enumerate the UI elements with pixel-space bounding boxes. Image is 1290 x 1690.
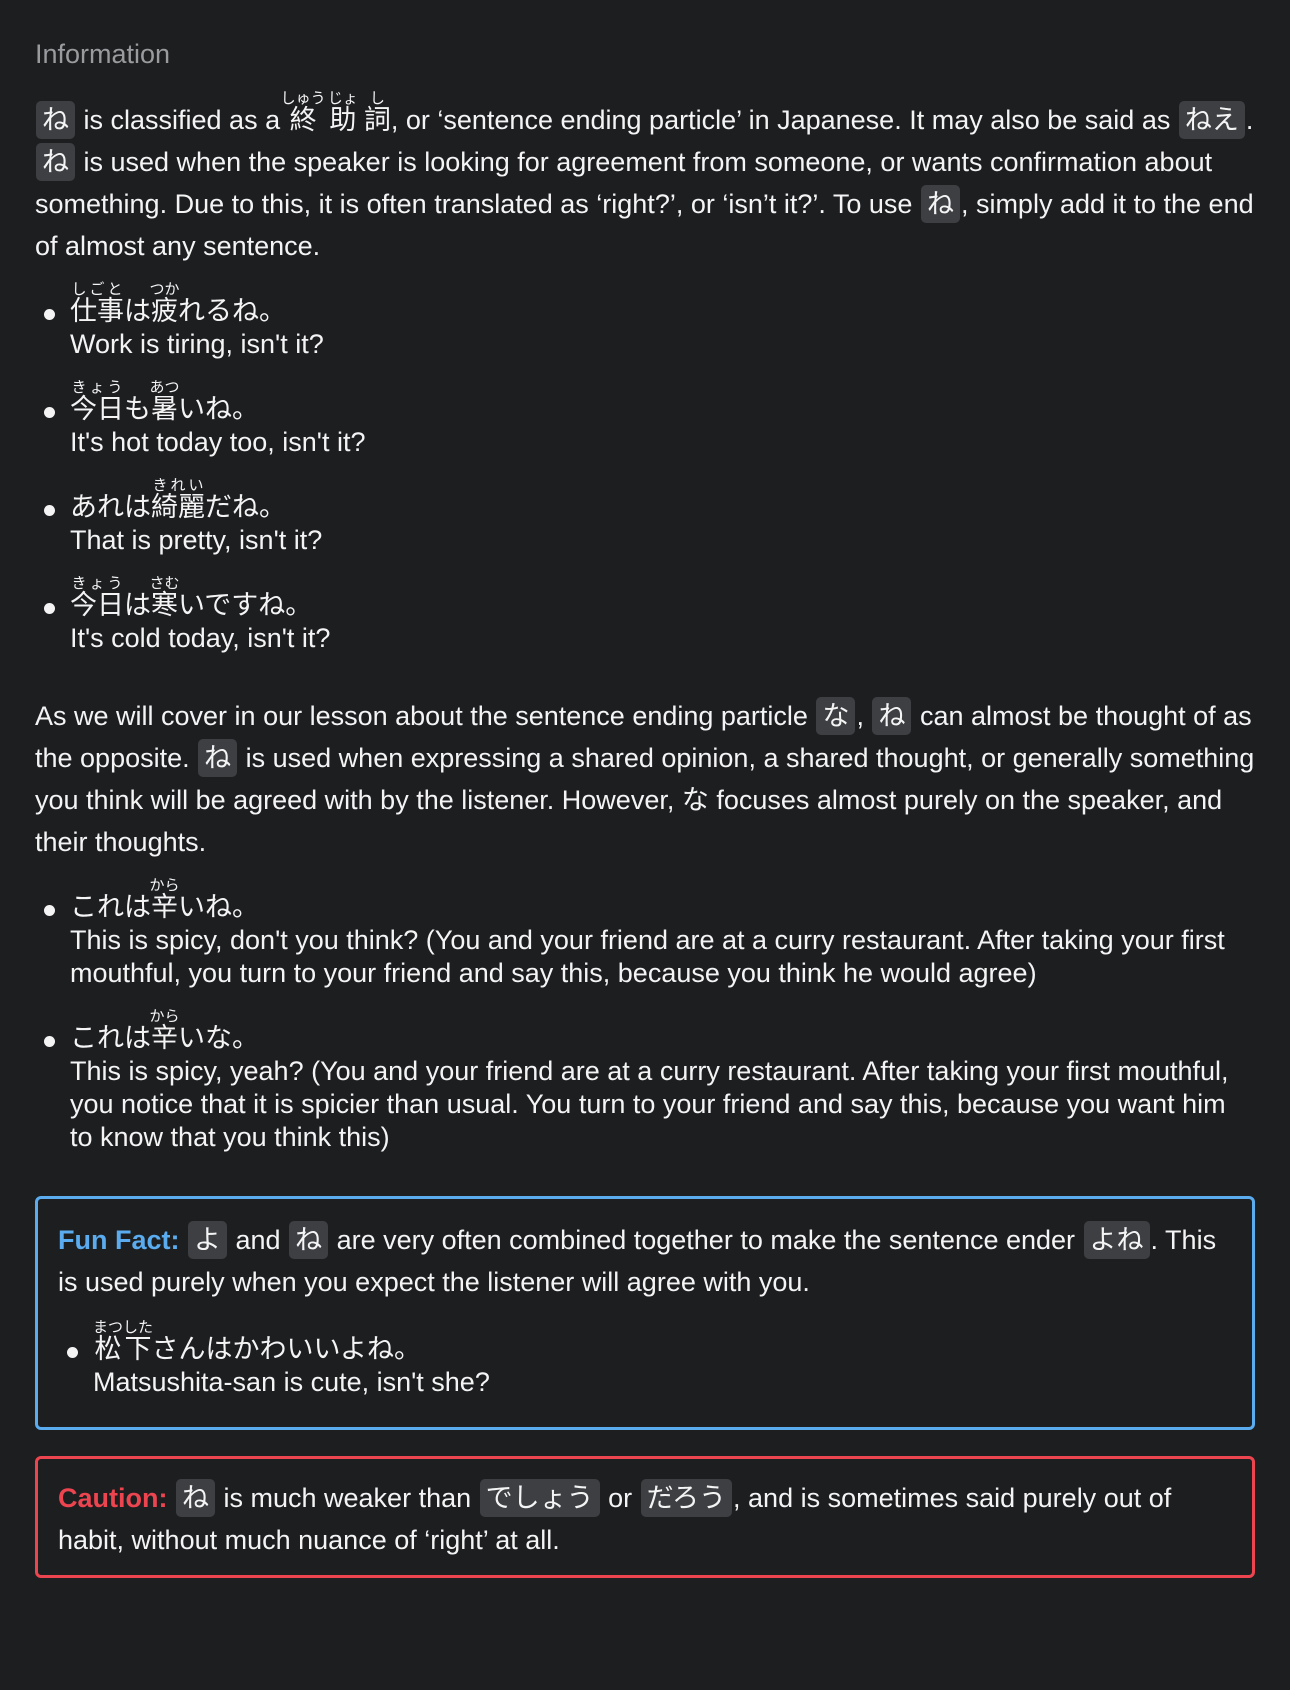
furigana: まつ: [93, 1319, 124, 1336]
japanese-sentence: 今日きょうは寒さむいですね。: [70, 575, 313, 621]
furigana-word: 綺麗きれい: [151, 477, 205, 523]
furigana-word: 松まつ: [93, 1319, 124, 1365]
furigana: した: [123, 1319, 154, 1336]
furigana: きれい: [151, 477, 205, 494]
furigana-word: 寒さむ: [149, 575, 180, 621]
furigana-word: 助じょ: [327, 91, 358, 136]
lesson-content: Information ね is classified as a 終しゅう 助じ…: [0, 0, 1290, 1578]
english-translation: It's hot today too, isn't it?: [70, 427, 366, 457]
english-translation: It's cold today, isn't it?: [70, 623, 331, 653]
english-translation: Matsushita-san is cute, isn't she?: [93, 1367, 490, 1397]
particle-chip-ne: ね: [872, 697, 912, 735]
fun-fact-label: Fun Fact:: [58, 1225, 180, 1255]
intro-text: is classified as a: [76, 105, 288, 135]
fun-fact-body: and: [228, 1225, 289, 1255]
caution-callout: Caution: ね is much weaker than でしょう or だ…: [35, 1456, 1255, 1578]
furigana: から: [149, 1008, 180, 1025]
example-list: これは辛からいね。 This is spicy, don't you think?…: [35, 877, 1255, 1154]
example-item: あれは綺麗きれいだね。 That is pretty, isn't it?: [44, 477, 1255, 557]
furigana: しごと: [70, 281, 124, 298]
furigana-word: 仕事しごと: [70, 281, 124, 327]
furigana-word: 詞し: [363, 91, 391, 136]
intro-text: , or ‘sentence ending particle’ in Japan…: [390, 105, 1178, 135]
example-item: 仕事しごとは疲つかれるね。 Work is tiring, isn't it?: [44, 281, 1255, 361]
furigana-word: 下した: [123, 1319, 154, 1365]
particle-chip-deshou: でしょう: [479, 1479, 600, 1517]
japanese-sentence: あれは綺麗きれいだね。: [70, 477, 286, 523]
furigana: しゅう: [280, 90, 326, 107]
furigana-word: 辛から: [149, 877, 180, 923]
furigana: きょう: [70, 575, 124, 592]
furigana-word: 暑あつ: [149, 379, 180, 425]
particle-chip-yo: よ: [188, 1221, 228, 1259]
english-translation: That is pretty, isn't it?: [70, 525, 323, 555]
kanji: 終: [280, 105, 326, 135]
example-item: これは辛からいね。 This is spicy, don't you think?…: [44, 877, 1255, 990]
particle-chip-ne: ね: [920, 185, 960, 223]
japanese-sentence: 仕事しごとは疲つかれるね。: [70, 281, 286, 327]
kanji: 助: [327, 105, 358, 135]
comparison-text: As we will cover in our lesson about the…: [35, 701, 816, 731]
example-item: 今日きょうは寒さむいですね。 It's cold today, isn't it?: [44, 575, 1255, 655]
english-translation: This is spicy, don't you think? (You and…: [70, 925, 1225, 988]
furigana-word: 終しゅう: [281, 91, 326, 136]
furigana: じょ: [327, 90, 358, 107]
example-list: 松まつ下したさんはかわいいよね。 Matsushita-san is cute, …: [58, 1319, 1232, 1399]
furigana-word: 辛から: [149, 1008, 180, 1054]
particle-chip-ne: ね: [36, 143, 75, 181]
furigana-word: 今日きょう: [70, 379, 124, 425]
furigana: きょう: [70, 379, 124, 396]
particle-chip-nee: ねえ: [1178, 101, 1245, 139]
furigana: から: [149, 877, 180, 894]
kanji: 詞: [363, 105, 391, 135]
example-list: 仕事しごとは疲つかれるね。 Work is tiring, isn't it? 今日…: [35, 281, 1255, 655]
particle-chip-ne: ね: [198, 739, 238, 777]
japanese-sentence: これは辛からいな。: [70, 1008, 259, 1054]
particle-chip-ne: ね: [176, 1479, 215, 1517]
caution-body: is much weaker than: [216, 1483, 479, 1513]
caution-text: Caution: ね is much weaker than でしょう or だ…: [58, 1477, 1232, 1561]
example-item: 今日きょうも暑あついね。 It's hot today too, isn't it…: [44, 379, 1255, 459]
particle-chip-ne: ね: [289, 1221, 329, 1259]
furigana: さむ: [149, 575, 180, 592]
english-translation: Work is tiring, isn't it?: [70, 329, 324, 359]
furigana-word: 今日きょう: [70, 575, 124, 621]
furigana: つか: [149, 281, 180, 298]
furigana: し: [363, 90, 391, 107]
particle-chip-ne: ね: [36, 101, 75, 139]
particle-chip-yone: よね: [1083, 1221, 1150, 1259]
comparison-text: ,: [856, 701, 872, 731]
japanese-sentence: 松まつ下したさんはかわいいよね。: [93, 1319, 421, 1365]
fun-fact-body: are very often combined together to make…: [329, 1225, 1083, 1255]
example-item: 松まつ下したさんはかわいいよね。 Matsushita-san is cute, …: [67, 1319, 1232, 1399]
furigana: あつ: [149, 379, 180, 396]
caution-body: or: [600, 1483, 640, 1513]
example-item: これは辛からいな。 This is spicy, yeah? (You and y…: [44, 1008, 1255, 1154]
particle-chip-na: な: [816, 697, 856, 735]
intro-text: .: [1245, 105, 1254, 135]
intro-paragraph: ね is classified as a 終しゅう 助じょ 詞し, or ‘se…: [35, 90, 1255, 267]
japanese-sentence: 今日きょうも暑あついね。: [70, 379, 259, 425]
english-translation: This is spicy, yeah? (You and your frien…: [70, 1056, 1229, 1152]
fun-fact-callout: Fun Fact: よ and ね are very often combine…: [35, 1196, 1255, 1430]
japanese-sentence: これは辛からいね。: [70, 877, 259, 923]
comparison-paragraph: As we will cover in our lesson about the…: [35, 695, 1255, 863]
fun-fact-text: Fun Fact: よ and ね are very often combine…: [58, 1219, 1232, 1303]
section-title: Information: [35, 39, 171, 69]
caution-label: Caution:: [58, 1483, 168, 1513]
furigana-word: 疲つか: [149, 281, 180, 327]
particle-chip-darou: だろう: [640, 1479, 733, 1517]
